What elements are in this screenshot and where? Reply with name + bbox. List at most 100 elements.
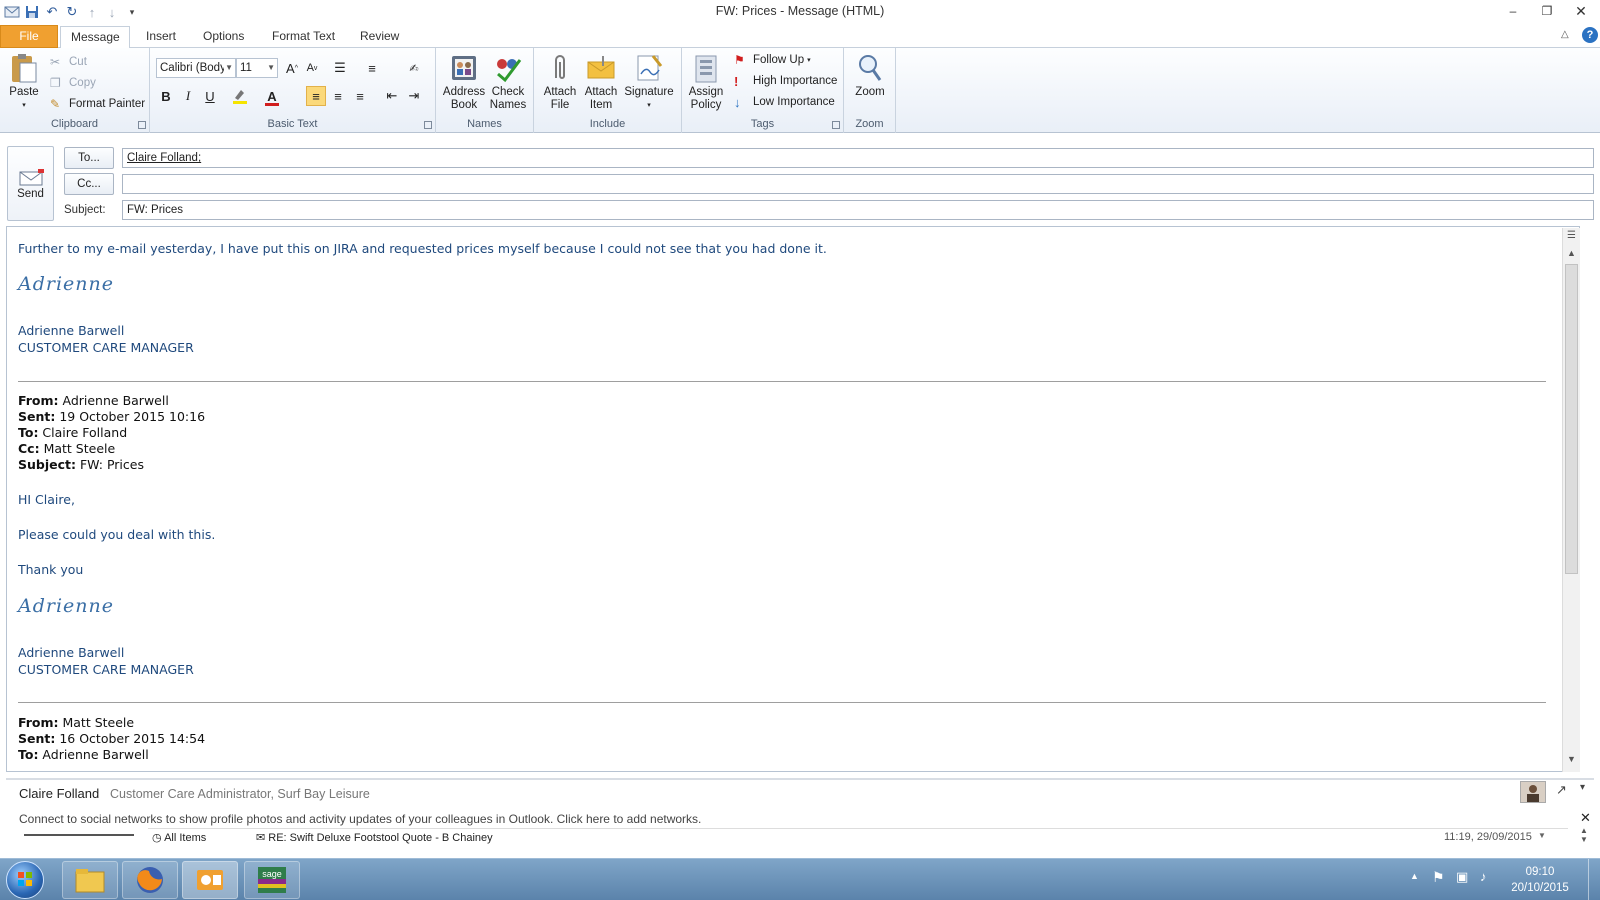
sage-icon[interactable]: sage — [244, 861, 300, 899]
basic-text-dialog-launcher-icon[interactable] — [424, 121, 432, 129]
copy-button[interactable]: ❐ Copy — [50, 74, 96, 92]
italic-button[interactable]: I — [178, 86, 198, 106]
expand-icon[interactable]: ↗ — [1556, 782, 1567, 798]
outlook-icon[interactable] — [182, 861, 238, 899]
clipboard-dialog-launcher-icon[interactable] — [138, 121, 146, 129]
clear-formatting-icon[interactable]: ✍ — [404, 58, 424, 78]
quick-access-toolbar: ↶ ↻ ↑ ↓ ▾ — [0, 0, 142, 24]
signature-name-2: Adrienne Barwell — [18, 645, 125, 660]
down-arrow-icon[interactable]: ↓ — [102, 2, 122, 22]
highlight-button[interactable] — [230, 86, 250, 106]
system-clock[interactable]: 09:10 20/10/2015 — [1500, 864, 1580, 896]
outlook-app-icon[interactable] — [2, 2, 22, 22]
shrink-font-button[interactable]: Av — [302, 58, 322, 78]
help-icon[interactable]: ? — [1582, 27, 1598, 43]
close-icon[interactable]: ✕ — [1580, 810, 1591, 826]
to-field[interactable]: Claire Folland; — [122, 148, 1594, 168]
message-body[interactable]: Further to my e-mail yesterday, I have p… — [6, 226, 1580, 772]
format-painter-button[interactable]: ✎ Format Painter — [50, 95, 145, 113]
cc-field[interactable] — [122, 174, 1594, 194]
subject-field[interactable]: FW: Prices — [122, 200, 1594, 220]
undo-icon[interactable]: ↶ — [42, 2, 62, 22]
avatar[interactable] — [1520, 781, 1546, 803]
activity-scroll-icon[interactable]: ▲ ▼ — [1580, 826, 1588, 844]
assign-policy-button[interactable]: Assign Policy — [686, 52, 726, 112]
scroll-thumb[interactable] — [1565, 264, 1578, 574]
decrease-indent-button[interactable]: ⇤ — [382, 86, 402, 106]
save-icon[interactable] — [22, 2, 42, 22]
high-importance-button[interactable]: ! High Importance — [734, 72, 837, 90]
grow-font-button[interactable]: A ^ — [282, 58, 302, 78]
paste-button[interactable]: Paste ▾ — [6, 52, 42, 112]
activity-item[interactable]: ✉ RE: Swift Deluxe Footstool Quote - B C… — [256, 831, 493, 844]
chevron-down-icon[interactable]: ▾ — [1580, 782, 1585, 793]
tab-format-text[interactable]: Format Text — [262, 26, 345, 48]
tags-dialog-launcher-icon[interactable] — [832, 121, 840, 129]
cut-button[interactable]: ✂ Cut — [50, 53, 87, 71]
show-desktop-button[interactable] — [1588, 859, 1600, 900]
align-right-button[interactable]: ≡ — [350, 86, 370, 106]
attach-file-button[interactable]: Attach File — [540, 52, 580, 112]
names-group: Address Book Check Names Names — [436, 48, 534, 133]
action-center-flag-icon[interactable]: ⚑ — [1432, 869, 1445, 886]
bullets-button[interactable]: ☰ — [330, 58, 350, 78]
cc-button[interactable]: Cc... — [64, 173, 114, 195]
signature-button[interactable]: Signature ▾ — [622, 52, 676, 112]
minimize-button[interactable]: – — [1496, 0, 1530, 22]
activity-list[interactable]: ◷ All Items ✉ RE: Swift Deluxe Footstool… — [148, 828, 1568, 846]
to-button[interactable]: To... — [64, 147, 114, 169]
firefox-icon[interactable] — [122, 861, 178, 899]
minimize-ribbon-icon[interactable]: △ — [1561, 29, 1569, 40]
clipboard-group: Paste ▾ ✂ Cut ❐ Copy ✎ Format Painter Cl… — [0, 48, 150, 133]
font-color-button[interactable]: A — [262, 86, 282, 106]
show-hidden-icons-icon[interactable]: ▲ — [1410, 871, 1419, 881]
check-names-icon — [492, 52, 524, 84]
address-book-button[interactable]: Address Book — [442, 52, 486, 112]
to-recipient[interactable]: Claire Folland; — [127, 152, 201, 164]
tab-options[interactable]: Options — [193, 26, 254, 48]
activity-dropdown-icon[interactable]: ▼ — [1538, 831, 1546, 840]
fwd1-sent: Sent: 19 October 2015 10:16 — [18, 409, 206, 424]
numbering-button[interactable]: ≡ — [362, 58, 382, 78]
tab-file[interactable]: File — [0, 25, 58, 48]
font-name-combo[interactable]: Calibri (Body) ▼ — [156, 58, 236, 78]
customize-quick-access-icon[interactable]: ▾ — [122, 2, 142, 22]
people-pane: Claire Folland Customer Care Administrat… — [6, 778, 1594, 850]
address-book-label-1: Address — [442, 86, 486, 98]
ruler-toggle-icon[interactable]: ☰ — [1564, 230, 1579, 244]
send-button[interactable]: Send — [7, 146, 54, 221]
increase-indent-button[interactable]: ⇥ — [404, 86, 424, 106]
fwd2-sent: Sent: 16 October 2015 14:54 — [18, 731, 206, 746]
bold-button[interactable]: B — [156, 86, 176, 106]
follow-up-button[interactable]: ⚑ Follow Up ▾ — [734, 51, 811, 69]
network-icon[interactable]: ▣ — [1456, 869, 1468, 885]
up-arrow-icon[interactable]: ↑ — [82, 2, 102, 22]
contact-name[interactable]: Claire Folland — [19, 786, 99, 801]
scroll-up-icon[interactable]: ▲ — [1564, 248, 1579, 262]
zoom-button[interactable]: Zoom — [850, 52, 890, 99]
restore-button[interactable]: ❐ — [1530, 0, 1564, 22]
scissors-icon: ✂ — [50, 55, 61, 69]
font-size-combo[interactable]: 11 ▼ — [236, 58, 278, 78]
tab-insert[interactable]: Insert — [136, 26, 186, 48]
tab-review[interactable]: Review — [350, 26, 409, 48]
scroll-down-icon[interactable]: ▼ — [1564, 754, 1579, 768]
windows-start-icon[interactable] — [6, 861, 44, 899]
redo-icon[interactable]: ↻ — [62, 2, 82, 22]
attach-item-button[interactable]: Attach Item — [580, 52, 622, 112]
align-left-button[interactable]: ≡ — [306, 86, 326, 106]
paintbrush-icon: ✎ — [50, 97, 61, 111]
underline-button[interactable]: U — [200, 86, 220, 106]
file-explorer-icon[interactable] — [62, 861, 118, 899]
close-window-button[interactable]: ✕ — [1564, 0, 1598, 22]
all-items-filter[interactable]: ◷ All Items — [152, 831, 206, 844]
low-importance-button[interactable]: ↓ Low Importance — [734, 93, 835, 111]
social-networks-message[interactable]: Connect to social networks to show profi… — [19, 812, 701, 826]
volume-icon[interactable]: ♪ — [1480, 869, 1487, 884]
check-names-button[interactable]: Check Names — [486, 52, 530, 112]
assign-policy-label-1: Assign — [688, 86, 724, 98]
align-center-button[interactable]: ≡ — [328, 86, 348, 106]
vertical-scrollbar[interactable]: ☰ ▲ ▼ — [1562, 228, 1580, 772]
magnifier-icon — [854, 52, 886, 84]
tab-message[interactable]: Message — [60, 26, 130, 49]
